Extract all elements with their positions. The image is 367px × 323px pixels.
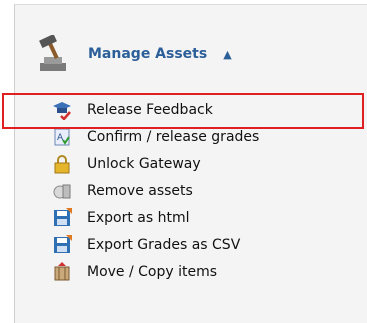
collapse-caret-icon[interactable]: ▲: [223, 48, 231, 61]
menu-item-label: Unlock Gateway: [87, 155, 201, 172]
move-copy-icon: [54, 261, 70, 280]
padlock-icon: [54, 154, 70, 173]
manage-assets-header[interactable]: Manage Assets ▲: [36, 34, 232, 74]
floppy-disk-icon: [54, 234, 72, 253]
remove-assets-icon: [53, 184, 71, 198]
menu-item-label: Export as html: [87, 209, 190, 226]
menu-item-move-copy-items[interactable]: Move / Copy items: [52, 258, 259, 285]
menu-item-unlock-gateway[interactable]: Unlock Gateway: [52, 150, 259, 177]
floppy-disk-icon: [54, 207, 72, 226]
menu-item-export-grades-csv[interactable]: Export Grades as CSV: [52, 231, 259, 258]
menu-item-label: Remove assets: [87, 182, 193, 199]
menu-item-confirm-release-grades[interactable]: A Confirm / release grades: [52, 123, 259, 150]
manage-assets-title: Manage Assets: [88, 46, 208, 62]
graduation-cap-check-icon: [53, 101, 71, 120]
menu-item-label: Export Grades as CSV: [87, 236, 241, 253]
menu-item-label: Confirm / release grades: [87, 128, 260, 145]
grade-document-icon: A: [54, 128, 70, 145]
hammer-icon: [39, 35, 66, 71]
menu-item-remove-assets[interactable]: Remove assets: [52, 177, 259, 204]
menu-item-export-html[interactable]: Export as html: [52, 204, 259, 231]
menu-item-label: Release Feedback: [87, 101, 213, 118]
manage-assets-menu: Release Feedback A Confirm / release gra…: [52, 96, 259, 285]
menu-item-label: Move / Copy items: [87, 263, 218, 280]
menu-item-release-feedback[interactable]: Release Feedback: [52, 96, 259, 123]
